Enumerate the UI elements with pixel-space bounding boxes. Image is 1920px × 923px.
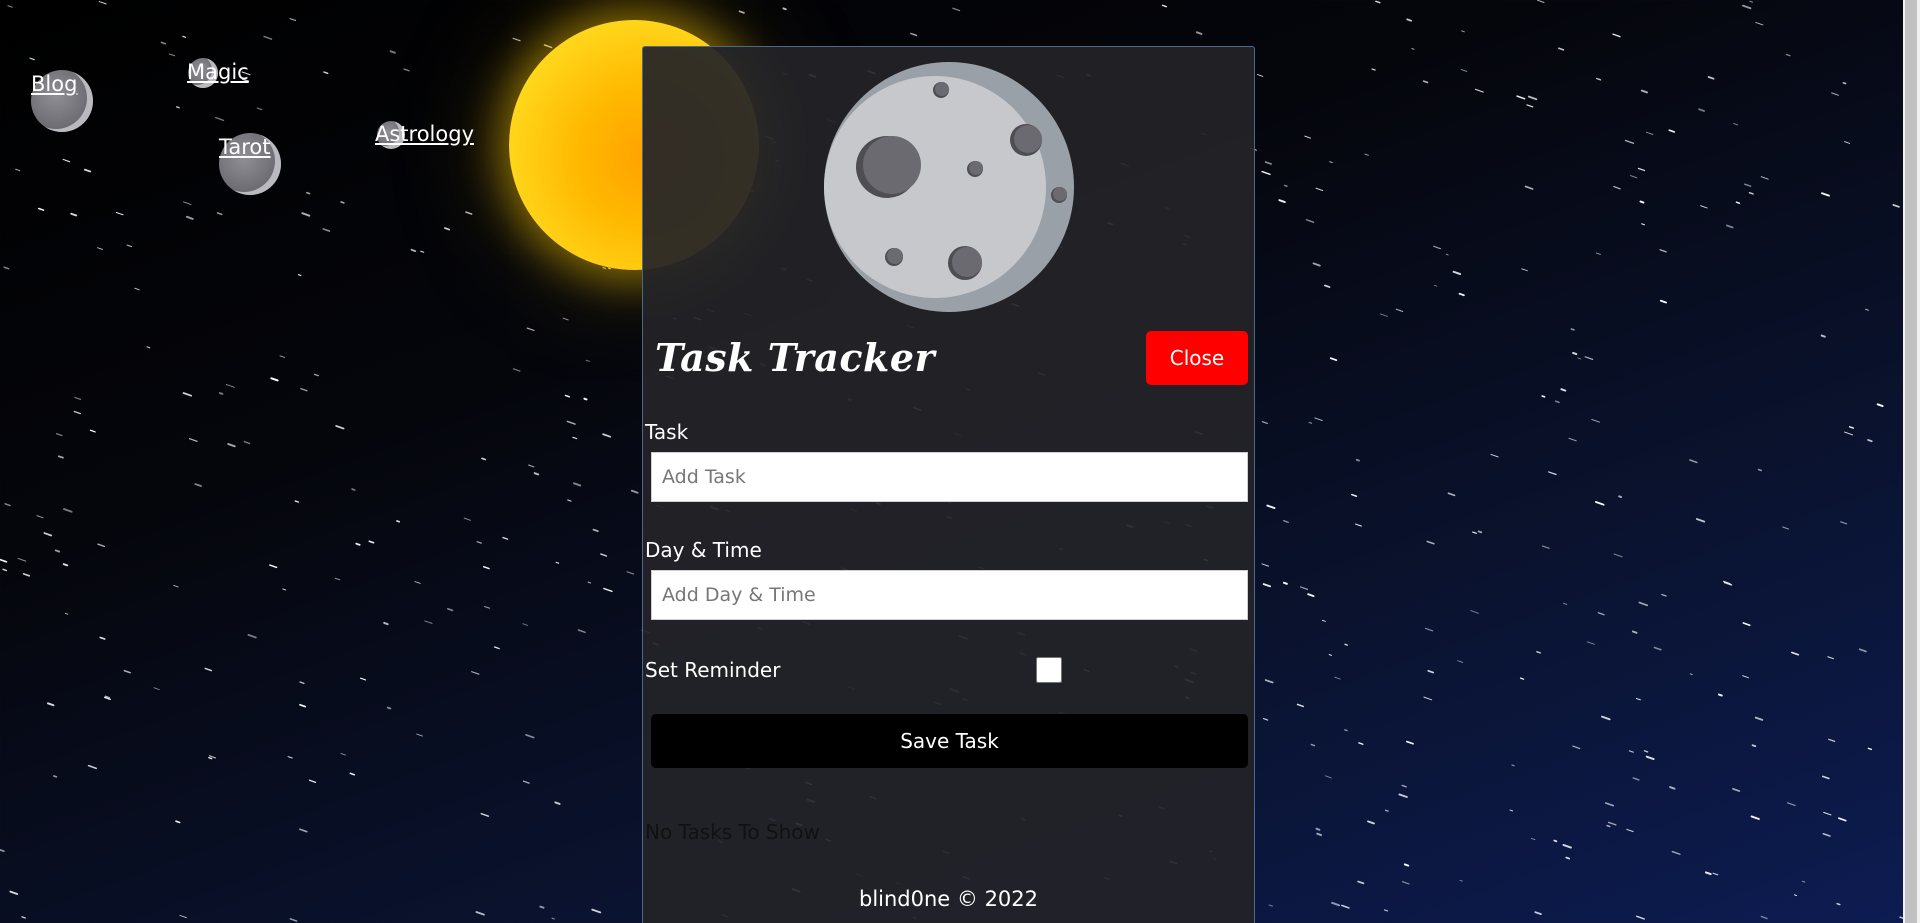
nav-link-magic[interactable]: Magic xyxy=(187,60,249,84)
close-button[interactable]: Close xyxy=(1146,331,1248,385)
reminder-label: Set Reminder xyxy=(645,658,781,682)
page-title: Task Tracker xyxy=(655,335,936,380)
nav-link-tarot[interactable]: Tarot xyxy=(219,135,270,159)
empty-tasks-message: No Tasks To Show xyxy=(645,820,820,844)
moon-icon xyxy=(823,61,1075,313)
task-input[interactable] xyxy=(651,452,1248,502)
nav-link-astrology[interactable]: Astrology xyxy=(375,122,474,146)
datetime-input[interactable] xyxy=(651,570,1248,620)
scrollbar[interactable] xyxy=(1903,0,1920,923)
nav-link-blog[interactable]: Blog xyxy=(31,72,77,96)
task-tracker-card: Task Tracker Close Task Day & Time Set R… xyxy=(642,46,1255,923)
footer-copyright: blind0ne © 2022 xyxy=(858,887,1039,911)
datetime-label: Day & Time xyxy=(645,538,762,562)
reminder-checkbox[interactable] xyxy=(1036,657,1062,683)
save-task-button[interactable]: Save Task xyxy=(651,714,1248,768)
task-label: Task xyxy=(645,420,689,444)
scrollbar-thumb[interactable] xyxy=(1905,0,1917,923)
